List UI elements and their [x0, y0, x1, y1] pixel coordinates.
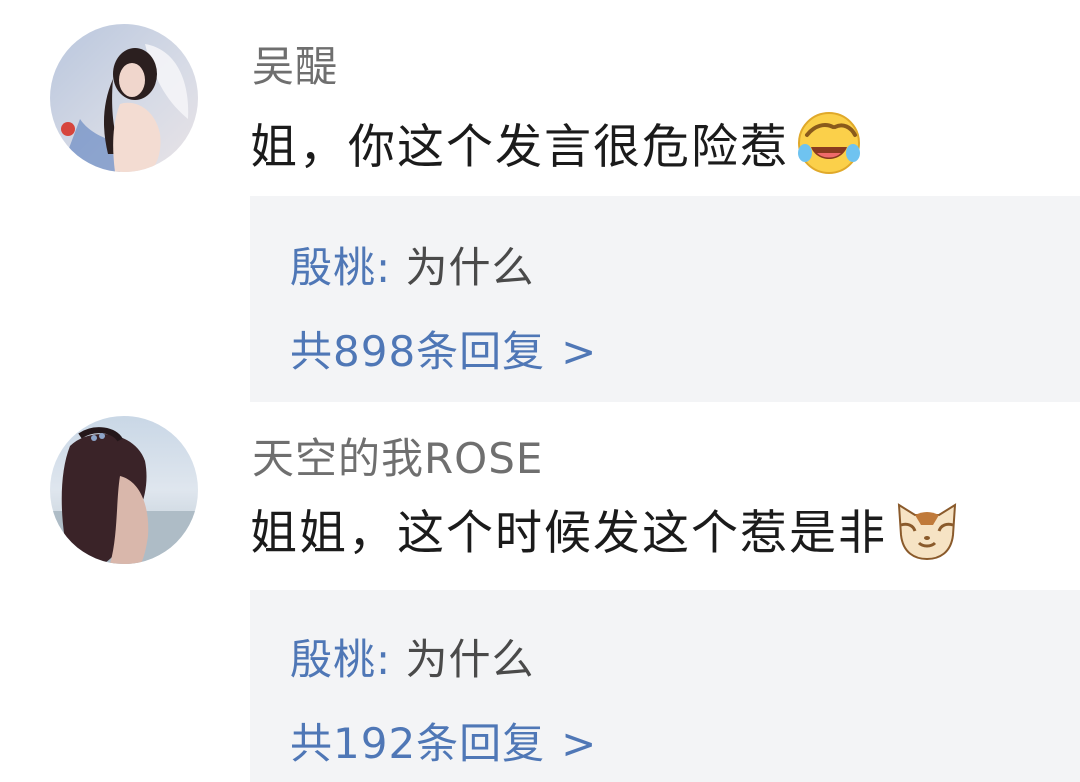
avatar-girl-with-wings-icon	[50, 24, 198, 172]
reply-separator: :	[376, 635, 392, 684]
comment-list: 吴醍 姐，你这个发言很危险惹 殷桃: 为什么 共898条回复 > 天空的我ROS…	[0, 0, 1080, 782]
avatar-girl-back-view-icon	[50, 416, 198, 564]
reply-count-label: 共192条回复	[290, 719, 546, 768]
comment-text-row: 姐姐，这个时候发这个惹是非	[250, 494, 961, 563]
comment-username[interactable]: 天空的我ROSE	[252, 425, 543, 486]
view-replies-link[interactable]: 共898条回复 >	[290, 318, 597, 379]
reply-preview-box[interactable]: 殷桃: 为什么 共898条回复 >	[250, 196, 1080, 402]
reply-author[interactable]: 殷桃	[290, 635, 376, 684]
chevron-right-icon: >	[561, 327, 598, 376]
reply-author[interactable]: 殷桃	[290, 243, 376, 292]
chevron-right-icon: >	[561, 719, 598, 768]
cat-face-emoji-icon	[893, 495, 961, 563]
reply-text: 为什么	[405, 635, 535, 684]
view-replies-link[interactable]: 共192条回复 >	[290, 710, 597, 771]
comment-username[interactable]: 吴醍	[252, 33, 338, 94]
user-avatar[interactable]	[50, 416, 198, 564]
comment-text-row: 姐，你这个发言很危险惹	[250, 108, 863, 177]
reply-count-label: 共898条回复	[290, 327, 546, 376]
user-avatar[interactable]	[50, 24, 198, 172]
comment-text: 姐，你这个发言很危险惹	[250, 120, 789, 175]
laugh-crying-emoji-icon	[795, 109, 863, 177]
reply-separator: :	[376, 243, 392, 292]
reply-preview-box[interactable]: 殷桃: 为什么 共192条回复 >	[250, 590, 1080, 782]
comment-text: 姐姐，这个时候发这个惹是非	[250, 506, 887, 561]
reply-preview-line: 殷桃: 为什么	[290, 234, 535, 295]
reply-preview-line: 殷桃: 为什么	[290, 626, 535, 687]
reply-text: 为什么	[405, 243, 535, 292]
